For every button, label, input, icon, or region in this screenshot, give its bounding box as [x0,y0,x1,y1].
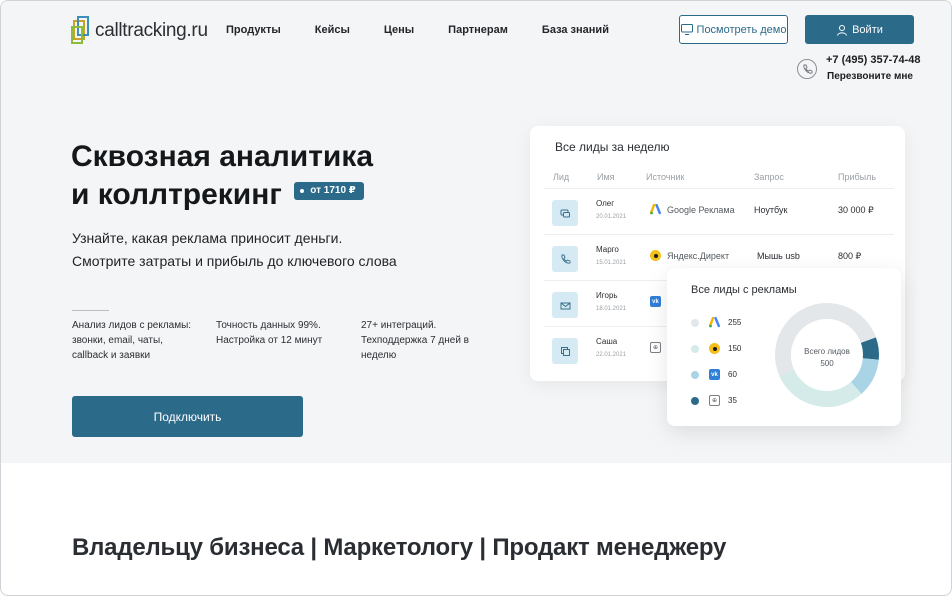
phone-icon[interactable] [797,59,817,79]
lead-query: Мышь usb [757,251,800,261]
subtitle-line-1: Узнайте, какая реклама приносит деньги. [72,230,343,246]
view-demo-button[interactable]: Посмотреть демо [679,15,788,44]
legend-dot [691,318,699,327]
column-header-query: Запрос [754,172,784,182]
lead-source: vk [650,296,667,307]
main-nav: Продукты Кейсы Цены Партнерам База знани… [226,24,643,36]
column-header-profit: Прибыль [838,172,877,182]
feature-text: Техподдержка 7 дней в [361,335,469,346]
legend-dot [691,396,699,405]
lead-name: Олег [596,199,615,208]
subtitle-line-2: Смотрите затраты и прибыль до ключевого … [72,253,397,269]
mytarget-icon: ⊕ [650,342,661,353]
page-frame: calltracking.ru Продукты Кейсы Цены Парт… [0,0,952,596]
column-header-lead: Лид [553,172,570,182]
view-demo-label: Посмотреть демо [696,23,787,36]
lead-source-label: Яндекс.Директ [667,250,730,261]
legend-item: ⊕ 35 [691,395,737,406]
hero-subtitle: Узнайте, какая реклама приносит деньги. … [72,227,397,273]
lead-source: ⊕ [650,342,667,353]
nav-item-products[interactable]: Продукты [226,24,281,36]
donut-total-value: 500 [820,359,834,368]
feature-text: 27+ интеграций. [361,320,437,331]
google-ads-icon [709,317,720,328]
legend-item: vk 60 [691,369,737,380]
lead-source-label: Google Реклама [667,204,735,215]
phone-number[interactable]: +7 (495) 357-74-48 [826,54,920,66]
chat-icon [552,200,578,226]
lead-date: 18.01.2021 [596,306,627,312]
logo[interactable]: calltracking.ru [71,15,208,47]
feature-text: Анализ лидов с рекламы: [72,320,192,331]
yandex-direct-icon [709,343,720,354]
email-icon [552,292,578,318]
phone-glyph-icon [802,64,812,74]
nav-item-prices[interactable]: Цены [384,24,414,36]
hero-section: calltracking.ru Продукты Кейсы Цены Парт… [1,1,951,463]
lead-date: 22.01.2021 [596,352,627,358]
lead-query: Ноутбук [754,205,788,215]
title-line-2: и коллтрекинг [71,178,282,211]
feature-text: звонки, email, чаты, [72,335,163,346]
callback-link[interactable]: Перезвоните мне [827,71,913,82]
lead-source: Google Реклама [650,204,735,215]
legend-value: 35 [728,396,737,405]
audience-heading: Владельцу бизнеса | Маркетологу | Продак… [72,534,727,561]
feature-text: Настройка от 12 минут [216,335,323,346]
feature-integrations: 27+ интеграций. Техподдержка 7 дней в не… [361,318,491,363]
legend-item: 255 [691,317,741,328]
login-button[interactable]: Войти [805,15,914,44]
monitor-icon [680,24,693,35]
ads-card-title: Все лиды с рекламы [691,284,797,296]
legend-value: 150 [728,344,742,353]
column-header-name: Имя [597,172,615,182]
column-header-source: Источник [646,172,685,182]
nav-item-partners[interactable]: Партнерам [448,24,508,36]
legend-dot [691,344,699,353]
phone-call-icon [552,246,578,272]
logo-icon [71,16,89,44]
legend-value: 255 [728,318,742,327]
mytarget-icon: ⊕ [709,395,720,406]
leads-card-title: Все лиды за неделю [555,140,670,154]
connect-button[interactable]: Подключить [72,396,303,437]
divider [72,310,109,311]
lead-date: 20.01.2021 [596,214,627,220]
page-title: Сквозная аналитика и коллтрекинг от 1710… [71,138,511,214]
lead-profit: 800 ₽ [838,251,862,261]
lead-name: Марго [596,245,619,254]
legend-dot [691,370,699,379]
ads-leads-card: Все лиды с рекламы 255 150 vk 60 ⊕ 35 Вс… [667,268,901,426]
donut-total-label: Всего лидов [804,347,850,356]
title-line-1: Сквозная аналитика [71,140,374,173]
lead-date: 15.01.2021 [596,260,627,266]
yandex-direct-icon [650,250,661,261]
feature-accuracy: Точность данных 99%. Настройка от 12 мин… [216,318,346,348]
legend-value: 60 [728,370,737,379]
table-row: Олег 20.01.2021 Google Реклама Ноутбук 3… [544,188,894,233]
feature-text: callback и заявки [72,350,151,361]
form-icon [552,338,578,364]
feature-text: неделю [361,350,397,361]
lead-name: Игорь [596,291,618,300]
login-label: Войти [852,23,883,36]
lead-source: Яндекс.Директ [650,250,729,261]
user-icon [837,24,848,36]
google-ads-icon [650,204,661,215]
feature-text: Точность данных 99%. [216,320,321,331]
lead-name: Саша [596,337,618,346]
price-badge: от 1710 ₽ [294,182,364,201]
logo-text: calltracking.ru [95,20,208,41]
nav-item-cases[interactable]: Кейсы [315,24,350,36]
vk-icon: vk [709,369,720,380]
feature-lead-analysis: Анализ лидов с рекламы: звонки, email, ч… [72,318,202,363]
lead-profit: 30 000 ₽ [838,205,874,215]
legend-item: 150 [691,343,741,354]
nav-item-knowledge-base[interactable]: База знаний [542,24,609,36]
vk-icon: vk [650,296,661,307]
